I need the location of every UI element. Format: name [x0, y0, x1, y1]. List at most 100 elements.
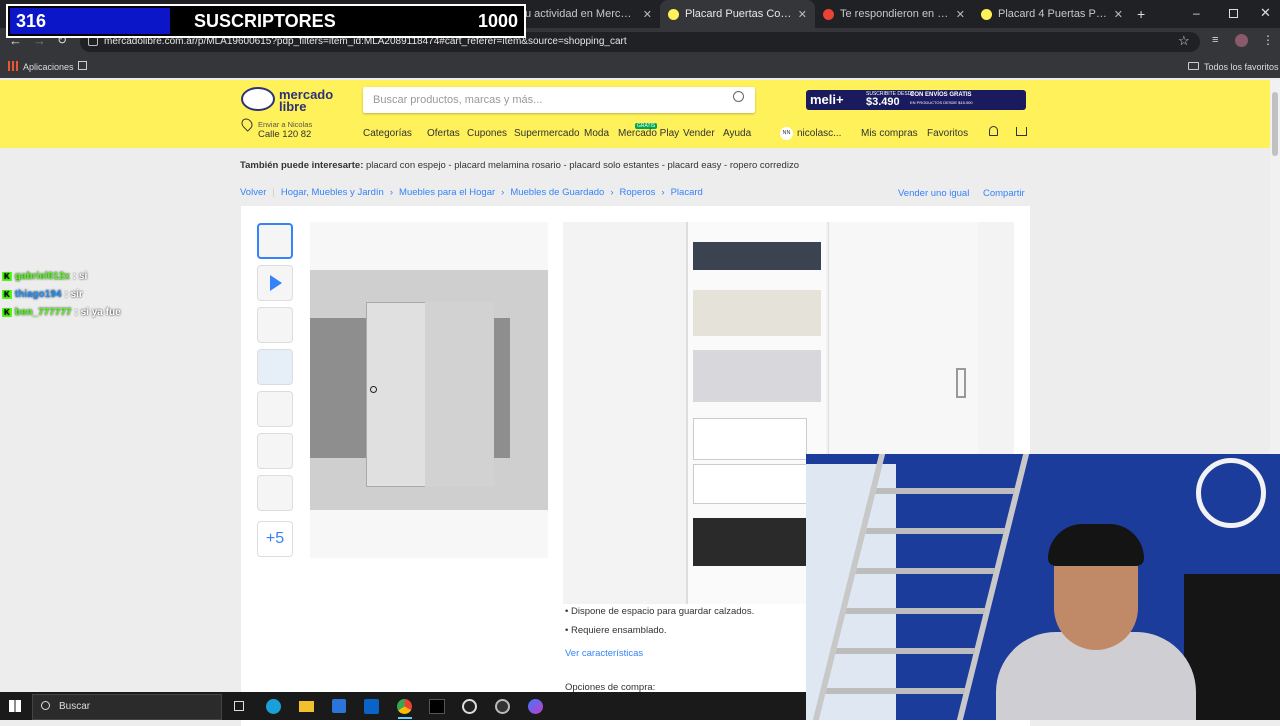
- nav-cupones[interactable]: Cupones: [467, 128, 507, 139]
- cart-icon[interactable]: [1016, 127, 1027, 136]
- zoom-cursor-icon: [370, 386, 377, 393]
- thumbnail-image[interactable]: [257, 307, 293, 343]
- breadcrumb-item[interactable]: Roperos: [620, 187, 656, 198]
- steam-icon[interactable]: [495, 699, 510, 714]
- breadcrumb-item[interactable]: Hogar, Muebles y Jardín: [281, 187, 384, 198]
- scrollbar-thumb[interactable]: [1272, 92, 1278, 156]
- tab-close-icon[interactable]: ✕: [798, 8, 807, 21]
- mercadolibre-logo[interactable]: mercado libre: [241, 87, 336, 115]
- tab-close-icon[interactable]: ✕: [643, 8, 652, 21]
- store-icon[interactable]: [332, 699, 346, 713]
- thumbnail-image[interactable]: [257, 475, 293, 511]
- bookmark-all-favorites[interactable]: Todos los favoritos: [1204, 62, 1279, 72]
- kick-badge-icon: K: [2, 289, 12, 299]
- window-restore-icon[interactable]: [1229, 9, 1238, 18]
- user-menu[interactable]: nicolasc...: [797, 128, 841, 139]
- chat-message: K ben_777777 : si ya fue: [2, 303, 121, 321]
- person-hair: [1048, 524, 1144, 566]
- location-line1[interactable]: Enviar a Nicolas: [258, 120, 312, 129]
- file-explorer-icon[interactable]: [299, 701, 314, 712]
- windows-start-icon[interactable]: [9, 700, 21, 712]
- notifications-bell-icon[interactable]: [989, 126, 998, 136]
- breadcrumb-item[interactable]: Placard: [671, 187, 703, 198]
- share-link[interactable]: Compartir: [983, 188, 1025, 199]
- chat-text: : sir: [64, 288, 83, 300]
- related-searches-label: También puede interesarte:: [240, 160, 364, 171]
- taskbar-search-label[interactable]: Buscar: [59, 701, 90, 712]
- breadcrumb: Volver | Hogar, Muebles y Jardín › Muebles…: [240, 187, 703, 198]
- folder-icon: [1188, 62, 1199, 70]
- ring-light: [1196, 458, 1266, 528]
- meli-plus-line3: EN PRODUCTOS DESDE $15.000: [910, 100, 973, 105]
- browser-tab[interactable]: Te respondieron en Placard 4 P ✕: [815, 0, 973, 28]
- meli-plus-line2: CON ENVÍOS GRATIS: [910, 92, 972, 98]
- tab-close-icon[interactable]: ✕: [956, 8, 965, 21]
- bookmarks-bar: [0, 56, 1280, 78]
- search-icon[interactable]: [733, 91, 744, 102]
- kick-badge-icon: K: [2, 271, 12, 281]
- apps-grid-icon[interactable]: [8, 61, 18, 71]
- window-minimize-icon[interactable]: –: [1193, 6, 1200, 20]
- thumbnail-video[interactable]: [257, 265, 293, 301]
- browser-tab[interactable]: Placard 4 Puertas Pack Moscon ✕: [973, 0, 1131, 28]
- messenger-icon[interactable]: [528, 699, 543, 714]
- location-line2[interactable]: Calle 120 82: [258, 129, 311, 140]
- thumbnail-image[interactable]: [257, 433, 293, 469]
- nav-mercado-play[interactable]: Mercado Play: [618, 128, 679, 139]
- new-tab-button[interactable]: +: [1137, 6, 1145, 22]
- nav-mis-compras[interactable]: Mis compras: [861, 128, 918, 139]
- tab-favicon-icon: [981, 8, 992, 20]
- tab-search-icon[interactable]: [78, 61, 87, 70]
- tab-favicon-icon: [668, 8, 679, 20]
- breadcrumb-item[interactable]: Muebles de Guardado: [510, 187, 604, 198]
- play-icon: [270, 275, 282, 291]
- user-avatar[interactable]: NN: [780, 127, 793, 140]
- chrome-menu-icon[interactable]: ⋮: [1262, 33, 1274, 47]
- meli-plus-banner[interactable]: meli+ SUSCRIBITE DESDE $3.490 CON ENVÍOS…: [806, 90, 1026, 110]
- nav-categorias[interactable]: Categorías: [363, 128, 412, 139]
- obs-icon[interactable]: [462, 699, 477, 714]
- breadcrumb-back[interactable]: Volver: [240, 187, 266, 198]
- wardrobe-image: [310, 270, 548, 510]
- related-searches: También puede interesarte: placard con e…: [240, 160, 799, 171]
- outlook-icon[interactable]: [364, 699, 379, 714]
- nav-vender[interactable]: Vender: [683, 128, 715, 139]
- media-controls-icon[interactable]: ≡: [1212, 34, 1218, 46]
- bookmark-apps[interactable]: Aplicaciones: [23, 62, 74, 72]
- sell-similar-link[interactable]: Vender uno igual: [898, 188, 969, 199]
- call-of-duty-icon[interactable]: [429, 699, 445, 714]
- subscriber-count: 316: [16, 11, 47, 31]
- window-close-icon[interactable]: ✕: [1260, 5, 1271, 21]
- nav-moda[interactable]: Moda: [584, 128, 609, 139]
- tab-close-icon[interactable]: ✕: [1114, 8, 1123, 21]
- search-input[interactable]: Buscar productos, marcas y más...: [363, 87, 755, 113]
- nav-supermercado[interactable]: Supermercado: [514, 128, 580, 139]
- related-searches-links[interactable]: placard con espejo - placard melamina ro…: [366, 160, 799, 171]
- profile-avatar[interactable]: [1235, 34, 1248, 47]
- breadcrumb-item[interactable]: Muebles para el Hogar: [399, 187, 495, 198]
- ver-caracteristicas-link[interactable]: Ver características: [565, 648, 643, 659]
- tab-title: u actividad en Mercado Pago: [525, 8, 637, 20]
- task-view-icon[interactable]: [234, 701, 244, 711]
- nav-ofertas[interactable]: Ofertas: [427, 128, 460, 139]
- tab-title: Te respondieron en Placard 4 P: [840, 8, 950, 20]
- chat-username: thiago194: [14, 288, 62, 300]
- tab-title: Placard Puertas Corredizas Dis: [685, 8, 792, 20]
- chat-message: K thiago194 : sir: [2, 285, 121, 303]
- tab-title: Placard 4 Puertas Pack Moscon: [998, 8, 1108, 20]
- thumbnail-image[interactable]: [257, 223, 293, 259]
- nav-ayuda[interactable]: Ayuda: [723, 128, 751, 139]
- product-main-image[interactable]: [310, 222, 548, 558]
- thumbnail-image[interactable]: [257, 391, 293, 427]
- nav-favoritos[interactable]: Favoritos: [927, 128, 968, 139]
- bookmark-star-icon[interactable]: ☆: [1178, 33, 1190, 49]
- subscriber-goal: 1000: [478, 11, 519, 31]
- tab-favicon-icon: [823, 8, 834, 20]
- edge-icon[interactable]: [266, 699, 281, 714]
- meli-plus-price: $3.490: [866, 96, 900, 108]
- browser-tab[interactable]: Placard Puertas Corredizas Dis ✕: [660, 0, 815, 28]
- thumbnail-more[interactable]: +5: [257, 521, 293, 557]
- chat-username: ben_777777: [14, 306, 72, 318]
- chrome-icon[interactable]: [397, 699, 412, 714]
- thumbnail-image[interactable]: [257, 349, 293, 385]
